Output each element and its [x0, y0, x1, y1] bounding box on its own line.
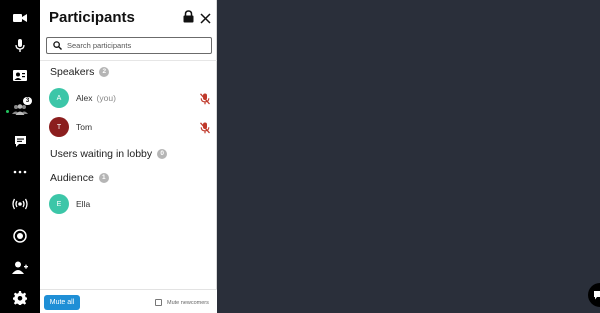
lobby-section-title: Users waiting in lobby 0 — [50, 148, 168, 160]
divider — [40, 60, 217, 61]
audience-section-title: Audience 1 — [50, 172, 109, 184]
microphone-button[interactable] — [0, 32, 40, 60]
audience-count-badge: 1 — [98, 173, 109, 183]
mute-newcomers-checkbox[interactable] — [155, 299, 162, 306]
speakers-count-badge: 2 — [99, 67, 110, 77]
panel-title: Participants — [49, 9, 135, 26]
stage-area — [217, 0, 600, 313]
chat-button[interactable] — [0, 127, 40, 155]
participant-name: Alex (you) — [76, 93, 116, 103]
close-panel-button[interactable] — [200, 11, 212, 24]
participant-row-alex[interactable]: A Alex (you) — [40, 86, 217, 110]
chat-bubble-icon — [594, 290, 600, 299]
person-board-icon — [13, 69, 27, 81]
active-indicator — [6, 110, 9, 113]
avatar: A — [49, 88, 69, 108]
participant-name: Tom — [76, 122, 93, 132]
more-dots-icon — [13, 170, 27, 174]
more-actions-button[interactable] — [0, 158, 40, 186]
audience-label: Audience — [50, 172, 94, 184]
microphone-muted-icon — [200, 122, 210, 134]
participants-count-badge: 3 — [23, 97, 32, 105]
avatar: T — [49, 117, 69, 137]
mute-all-button[interactable]: Mute all — [44, 295, 80, 310]
invite-button[interactable] — [0, 253, 40, 281]
search-icon — [50, 38, 64, 53]
camera-button[interactable] — [0, 4, 40, 32]
participant-row-ella[interactable]: E Ella — [40, 192, 217, 216]
mute-newcomers-label: Mute newcomers — [167, 299, 209, 306]
lobby-count-badge: 0 — [157, 149, 168, 159]
video-camera-icon — [13, 14, 27, 22]
lock-room-button[interactable] — [183, 10, 195, 24]
gear-icon — [13, 291, 27, 305]
mic-muted-button[interactable] — [200, 92, 210, 105]
broadcast-button[interactable] — [0, 190, 40, 218]
share-screen-button[interactable] — [0, 62, 40, 90]
search-input[interactable] — [67, 41, 207, 50]
participant-name-text: Alex — [76, 93, 93, 103]
settings-button[interactable] — [0, 284, 40, 312]
panel-footer: Mute all Mute newcomers — [40, 289, 217, 313]
mic-muted-button[interactable] — [200, 121, 210, 134]
participants-panel: Participants Speakers 2 A Alex(you) T To… — [40, 0, 217, 313]
left-toolbar: 3 — [0, 0, 40, 313]
close-icon — [200, 13, 211, 24]
lock-icon — [183, 10, 194, 23]
you-tag: (you) — [96, 93, 116, 103]
speakers-section-title: Speakers 2 — [50, 66, 110, 78]
microphone-icon — [15, 39, 25, 52]
search-box — [46, 37, 212, 54]
participant-name: Ella — [76, 199, 91, 209]
mute-newcomers-toggle[interactable]: Mute newcomers — [155, 299, 209, 306]
record-icon — [13, 229, 27, 243]
add-person-icon — [12, 261, 28, 274]
speakers-label: Speakers — [50, 66, 95, 78]
lobby-label: Users waiting in lobby — [50, 148, 153, 160]
participant-row-tom[interactable]: T Tom — [40, 115, 217, 139]
participants-toggle-button[interactable]: 3 — [0, 95, 40, 123]
record-button[interactable] — [0, 222, 40, 250]
avatar: E — [49, 194, 69, 214]
broadcast-icon — [12, 198, 28, 210]
microphone-muted-icon — [200, 93, 210, 105]
chat-bubble-icon — [14, 135, 26, 147]
